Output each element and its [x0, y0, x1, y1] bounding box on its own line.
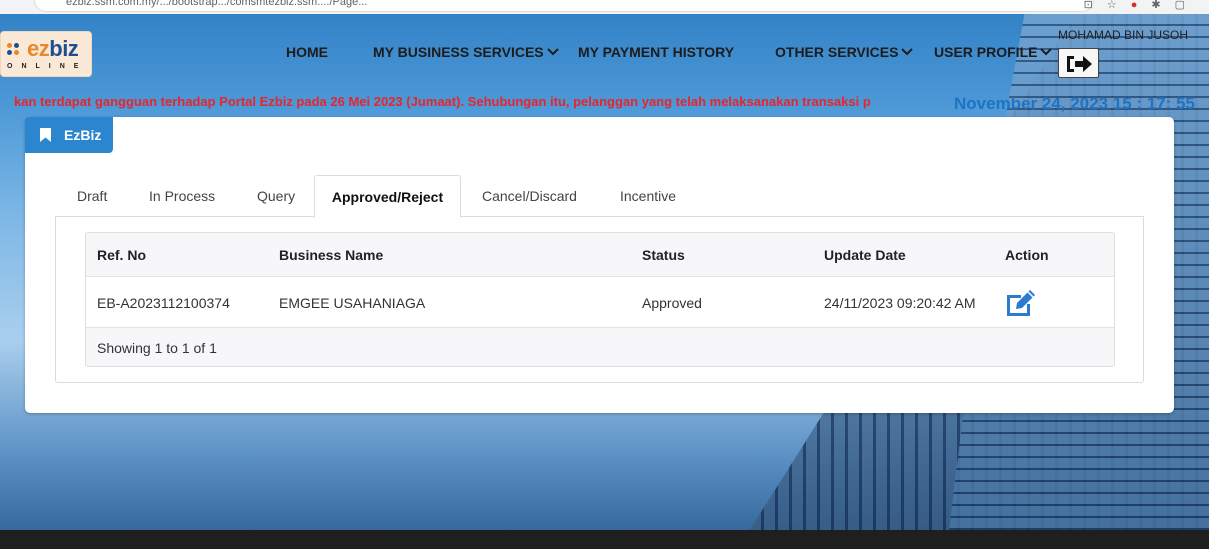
- chevron-down-icon: [1040, 48, 1053, 56]
- status-tabs: Draft In Process Query Approved/Reject C…: [55, 175, 1144, 218]
- taskbar: [0, 530, 1209, 549]
- nav-home[interactable]: HOME: [286, 44, 328, 60]
- share-icon[interactable]: ⊡: [1084, 0, 1107, 11]
- card-title-badge[interactable]: EzBiz: [25, 117, 113, 153]
- table-header: Ref. No Business Name Status Update Date…: [86, 233, 1114, 277]
- tab-draft[interactable]: Draft: [77, 175, 107, 217]
- tab-query[interactable]: Query: [257, 175, 295, 217]
- cell-status: Approved: [642, 295, 702, 311]
- column-update-date: Update Date: [824, 247, 906, 263]
- puzzle-icon[interactable]: ✱: [1151, 0, 1174, 11]
- column-ref-no: Ref. No: [97, 247, 146, 263]
- nav-my-payment-history[interactable]: MY PAYMENT HISTORY: [578, 44, 734, 60]
- address-text: ezbiz.ssm.com.my/.../bootstrap.../comsmt…: [66, 0, 368, 8]
- edit-button[interactable]: [1004, 288, 1040, 318]
- column-business-name: Business Name: [279, 247, 384, 263]
- current-datetime: November 24, 2023 15 : 17: 55: [954, 94, 1195, 113]
- applications-table: Ref. No Business Name Status Update Date…: [85, 232, 1115, 367]
- column-action: Action: [1005, 247, 1049, 263]
- announcement-marquee: kan terdapat gangguan terhadap Portal Ez…: [14, 94, 871, 109]
- user-name: MOHAMAD BIN JUSOH: [1058, 28, 1189, 42]
- column-status: Status: [642, 247, 685, 263]
- bookmark-icon: [40, 128, 51, 142]
- ezbiz-card: EzBiz Draft In Process Query Approved/Re…: [25, 117, 1174, 413]
- chevron-down-icon: [546, 48, 559, 56]
- table-row: EB-A2023112100374 EMGEE USAHANIAGA Appro…: [86, 277, 1114, 328]
- tab-in-process[interactable]: In Process: [149, 175, 215, 217]
- tab-incentive[interactable]: Incentive: [620, 175, 676, 217]
- cell-update-date: 24/11/2023 09:20:42 AM: [824, 295, 976, 311]
- window-icon[interactable]: ▢: [1175, 0, 1199, 11]
- nav-user-profile[interactable]: USER PROFILE: [934, 44, 1053, 60]
- nav-my-business-services[interactable]: MY BUSINESS SERVICES: [373, 44, 559, 60]
- ezbiz-logo[interactable]: ezbiz ONLINE: [0, 31, 92, 77]
- logo-wordmark: ezbiz: [27, 36, 79, 61]
- sign-out-icon: [1067, 56, 1092, 72]
- tab-cancel-discard[interactable]: Cancel/Discard: [482, 175, 577, 217]
- card-title: EzBiz: [64, 127, 102, 143]
- cell-ref-no: EB-A2023112100374: [97, 295, 230, 311]
- star-icon[interactable]: ☆: [1107, 0, 1131, 11]
- browser-toolbar: ezbiz.ssm.com.my/.../bootstrap.../comsmt…: [0, 0, 1209, 14]
- chevron-down-icon: [901, 48, 914, 56]
- logout-button[interactable]: [1058, 48, 1099, 78]
- extension-icon[interactable]: ●: [1131, 0, 1152, 11]
- nav-other-services[interactable]: OTHER SERVICES: [775, 44, 914, 60]
- tab-panel: Ref. No Business Name Status Update Date…: [55, 217, 1144, 383]
- logo-subtitle: ONLINE: [7, 63, 88, 70]
- pagination-info: Showing 1 to 1 of 1: [97, 340, 217, 356]
- edit-icon: [1007, 290, 1035, 316]
- logo-dots-icon: [7, 43, 21, 57]
- browser-icons: ⊡☆●✱▢: [1084, 0, 1199, 11]
- table-footer: Showing 1 to 1 of 1: [86, 328, 1114, 366]
- tab-approved-reject[interactable]: Approved/Reject: [314, 175, 461, 218]
- cell-business-name: EMGEE USAHANIAGA: [279, 295, 426, 311]
